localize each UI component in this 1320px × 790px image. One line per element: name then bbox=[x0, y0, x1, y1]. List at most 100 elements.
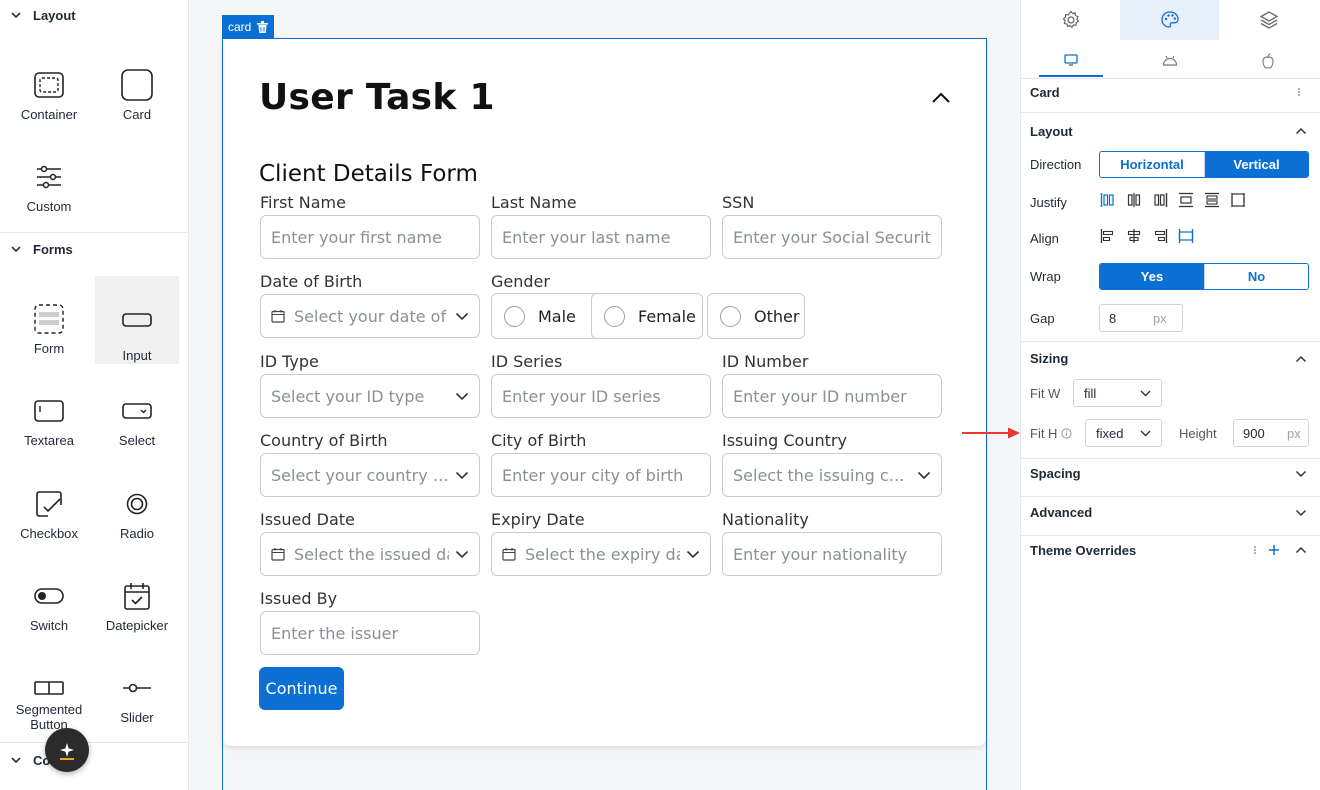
issued-date-datepicker[interactable]: Select the issued date bbox=[260, 532, 480, 576]
direction-horizontal-option[interactable]: Horizontal bbox=[1100, 152, 1204, 177]
continue-button[interactable]: Continue bbox=[259, 667, 344, 710]
justify-end-icon[interactable] bbox=[1152, 192, 1168, 208]
chevron-down-icon bbox=[455, 392, 469, 400]
radio-circle bbox=[720, 305, 741, 327]
theme-overrides-title[interactable]: Theme Overrides bbox=[1030, 543, 1136, 558]
justify-space-between-icon[interactable] bbox=[1178, 192, 1194, 208]
component-label: Card bbox=[122, 107, 152, 122]
chevron-up-icon[interactable] bbox=[931, 91, 951, 105]
issuing-country-label: Issuing Country bbox=[722, 431, 847, 450]
component-input[interactable]: Input bbox=[95, 276, 179, 364]
spacing-section-title[interactable]: Spacing bbox=[1030, 466, 1081, 481]
chevron-down-icon[interactable] bbox=[1295, 470, 1307, 478]
tab-settings[interactable] bbox=[1021, 0, 1120, 40]
direction-vertical-option[interactable]: Vertical bbox=[1204, 152, 1308, 177]
sizing-section-title[interactable]: Sizing bbox=[1030, 351, 1068, 366]
component-checkbox[interactable]: Checkbox bbox=[7, 474, 91, 562]
gender-radio-female[interactable]: Female bbox=[591, 293, 703, 339]
id-type-label: ID Type bbox=[260, 352, 319, 371]
fit-w-select[interactable]: fill bbox=[1073, 379, 1162, 407]
expiry-date-datepicker[interactable]: Select the expiry date bbox=[491, 532, 711, 576]
ai-assistant-button[interactable] bbox=[45, 728, 89, 772]
fit-h-select[interactable]: fixed bbox=[1085, 419, 1162, 447]
more-vertical-icon[interactable] bbox=[1297, 87, 1301, 97]
placeholder: Enter your first name bbox=[271, 227, 442, 247]
selection-tag-label: card bbox=[228, 19, 252, 34]
component-custom[interactable]: Custom bbox=[7, 147, 91, 235]
tab-layers[interactable] bbox=[1219, 0, 1318, 40]
id-number-input[interactable]: Enter your ID number bbox=[722, 374, 942, 418]
chevron-down-icon[interactable] bbox=[1295, 509, 1307, 517]
justify-center-icon[interactable] bbox=[1126, 192, 1142, 208]
calendar-icon bbox=[271, 310, 285, 323]
issuing-country-select[interactable]: Select the issuing coun... bbox=[722, 453, 942, 497]
card[interactable]: User Task 1 Client Details Form First Na… bbox=[223, 39, 986, 746]
tab-android[interactable] bbox=[1138, 44, 1202, 77]
gender-label: Gender bbox=[491, 272, 550, 291]
country-of-birth-select[interactable]: Select your country of ... bbox=[260, 453, 480, 497]
card-selection-tag[interactable]: card bbox=[222, 15, 275, 38]
radio-circle bbox=[604, 305, 625, 327]
properties-panel: Card Layout Direction Horizontal Vertica… bbox=[1020, 0, 1320, 790]
component-switch[interactable]: Switch bbox=[7, 566, 91, 654]
direction-segmented[interactable]: Horizontal Vertical bbox=[1099, 151, 1309, 178]
last-name-input[interactable]: Enter your last name bbox=[491, 215, 711, 259]
component-container[interactable]: Container bbox=[7, 55, 91, 143]
tab-desktop[interactable] bbox=[1039, 44, 1103, 77]
height-input[interactable]: 900 px bbox=[1233, 419, 1309, 447]
justify-space-around-icon[interactable] bbox=[1204, 192, 1220, 208]
chevron-up-icon[interactable] bbox=[1295, 546, 1307, 554]
id-type-select[interactable]: Select your ID type bbox=[260, 374, 480, 418]
wrap-segmented[interactable]: Yes No bbox=[1099, 263, 1309, 290]
component-form[interactable]: Form bbox=[7, 289, 91, 377]
justify-start-icon[interactable] bbox=[1100, 192, 1116, 208]
chevron-up-icon[interactable] bbox=[1295, 127, 1307, 135]
tab-style[interactable] bbox=[1120, 0, 1219, 40]
align-center-icon[interactable] bbox=[1126, 228, 1142, 244]
wrap-no-option[interactable]: No bbox=[1204, 264, 1308, 289]
city-of-birth-input[interactable]: Enter your city of birth bbox=[491, 453, 711, 497]
more-vertical-icon[interactable] bbox=[1253, 545, 1257, 555]
dob-datepicker[interactable]: Select your date of bir bbox=[260, 294, 480, 338]
plus-icon[interactable] bbox=[1268, 544, 1280, 556]
tab-apple[interactable] bbox=[1236, 44, 1300, 77]
textarea-icon bbox=[7, 395, 91, 427]
container-icon bbox=[7, 69, 91, 101]
radio-label: Other bbox=[754, 306, 800, 326]
section-forms-header[interactable]: Forms bbox=[0, 234, 188, 264]
component-radio[interactable]: Radio bbox=[95, 474, 179, 562]
align-start-icon[interactable] bbox=[1100, 228, 1116, 244]
ssn-input[interactable]: Enter your Social Security Nu bbox=[722, 215, 942, 259]
placeholder: Select the issued date bbox=[294, 544, 449, 564]
advanced-section-title[interactable]: Advanced bbox=[1030, 505, 1092, 520]
layout-section-title[interactable]: Layout bbox=[1030, 124, 1073, 139]
component-textarea[interactable]: Textarea bbox=[7, 381, 91, 469]
id-series-input[interactable]: Enter your ID series bbox=[491, 374, 711, 418]
chevron-down-icon bbox=[1140, 390, 1151, 396]
align-end-icon[interactable] bbox=[1152, 228, 1168, 244]
component-select[interactable]: Select bbox=[95, 381, 179, 469]
placeholder: Select your date of bir bbox=[294, 306, 449, 326]
gender-radio-other[interactable]: Other bbox=[707, 293, 805, 339]
section-layout-header[interactable]: Layout bbox=[0, 0, 188, 30]
component-datepicker[interactable]: Datepicker bbox=[95, 566, 179, 654]
justify-stretch-icon[interactable] bbox=[1230, 192, 1246, 208]
trash-icon[interactable] bbox=[257, 20, 269, 33]
chevron-up-icon[interactable] bbox=[1295, 355, 1307, 363]
issued-by-input[interactable]: Enter the issuer bbox=[260, 611, 480, 655]
component-label: Select bbox=[118, 433, 156, 448]
component-slider[interactable]: Slider bbox=[95, 658, 179, 746]
palette-icon bbox=[1160, 11, 1179, 28]
city-of-birth-label: City of Birth bbox=[491, 431, 587, 450]
first-name-input[interactable]: Enter your first name bbox=[260, 215, 480, 259]
section-collection-header[interactable]: Co…ion bbox=[0, 745, 188, 775]
radio-circle bbox=[504, 305, 525, 327]
gap-input[interactable]: 8 px bbox=[1099, 304, 1183, 332]
info-icon[interactable] bbox=[1061, 428, 1073, 439]
component-card[interactable]: Card bbox=[95, 55, 179, 143]
checkbox-icon bbox=[7, 488, 91, 520]
gender-radio-male[interactable]: Male bbox=[491, 293, 602, 339]
align-stretch-icon[interactable] bbox=[1178, 228, 1194, 244]
wrap-yes-option[interactable]: Yes bbox=[1100, 264, 1204, 289]
nationality-input[interactable]: Enter your nationality bbox=[722, 532, 942, 576]
